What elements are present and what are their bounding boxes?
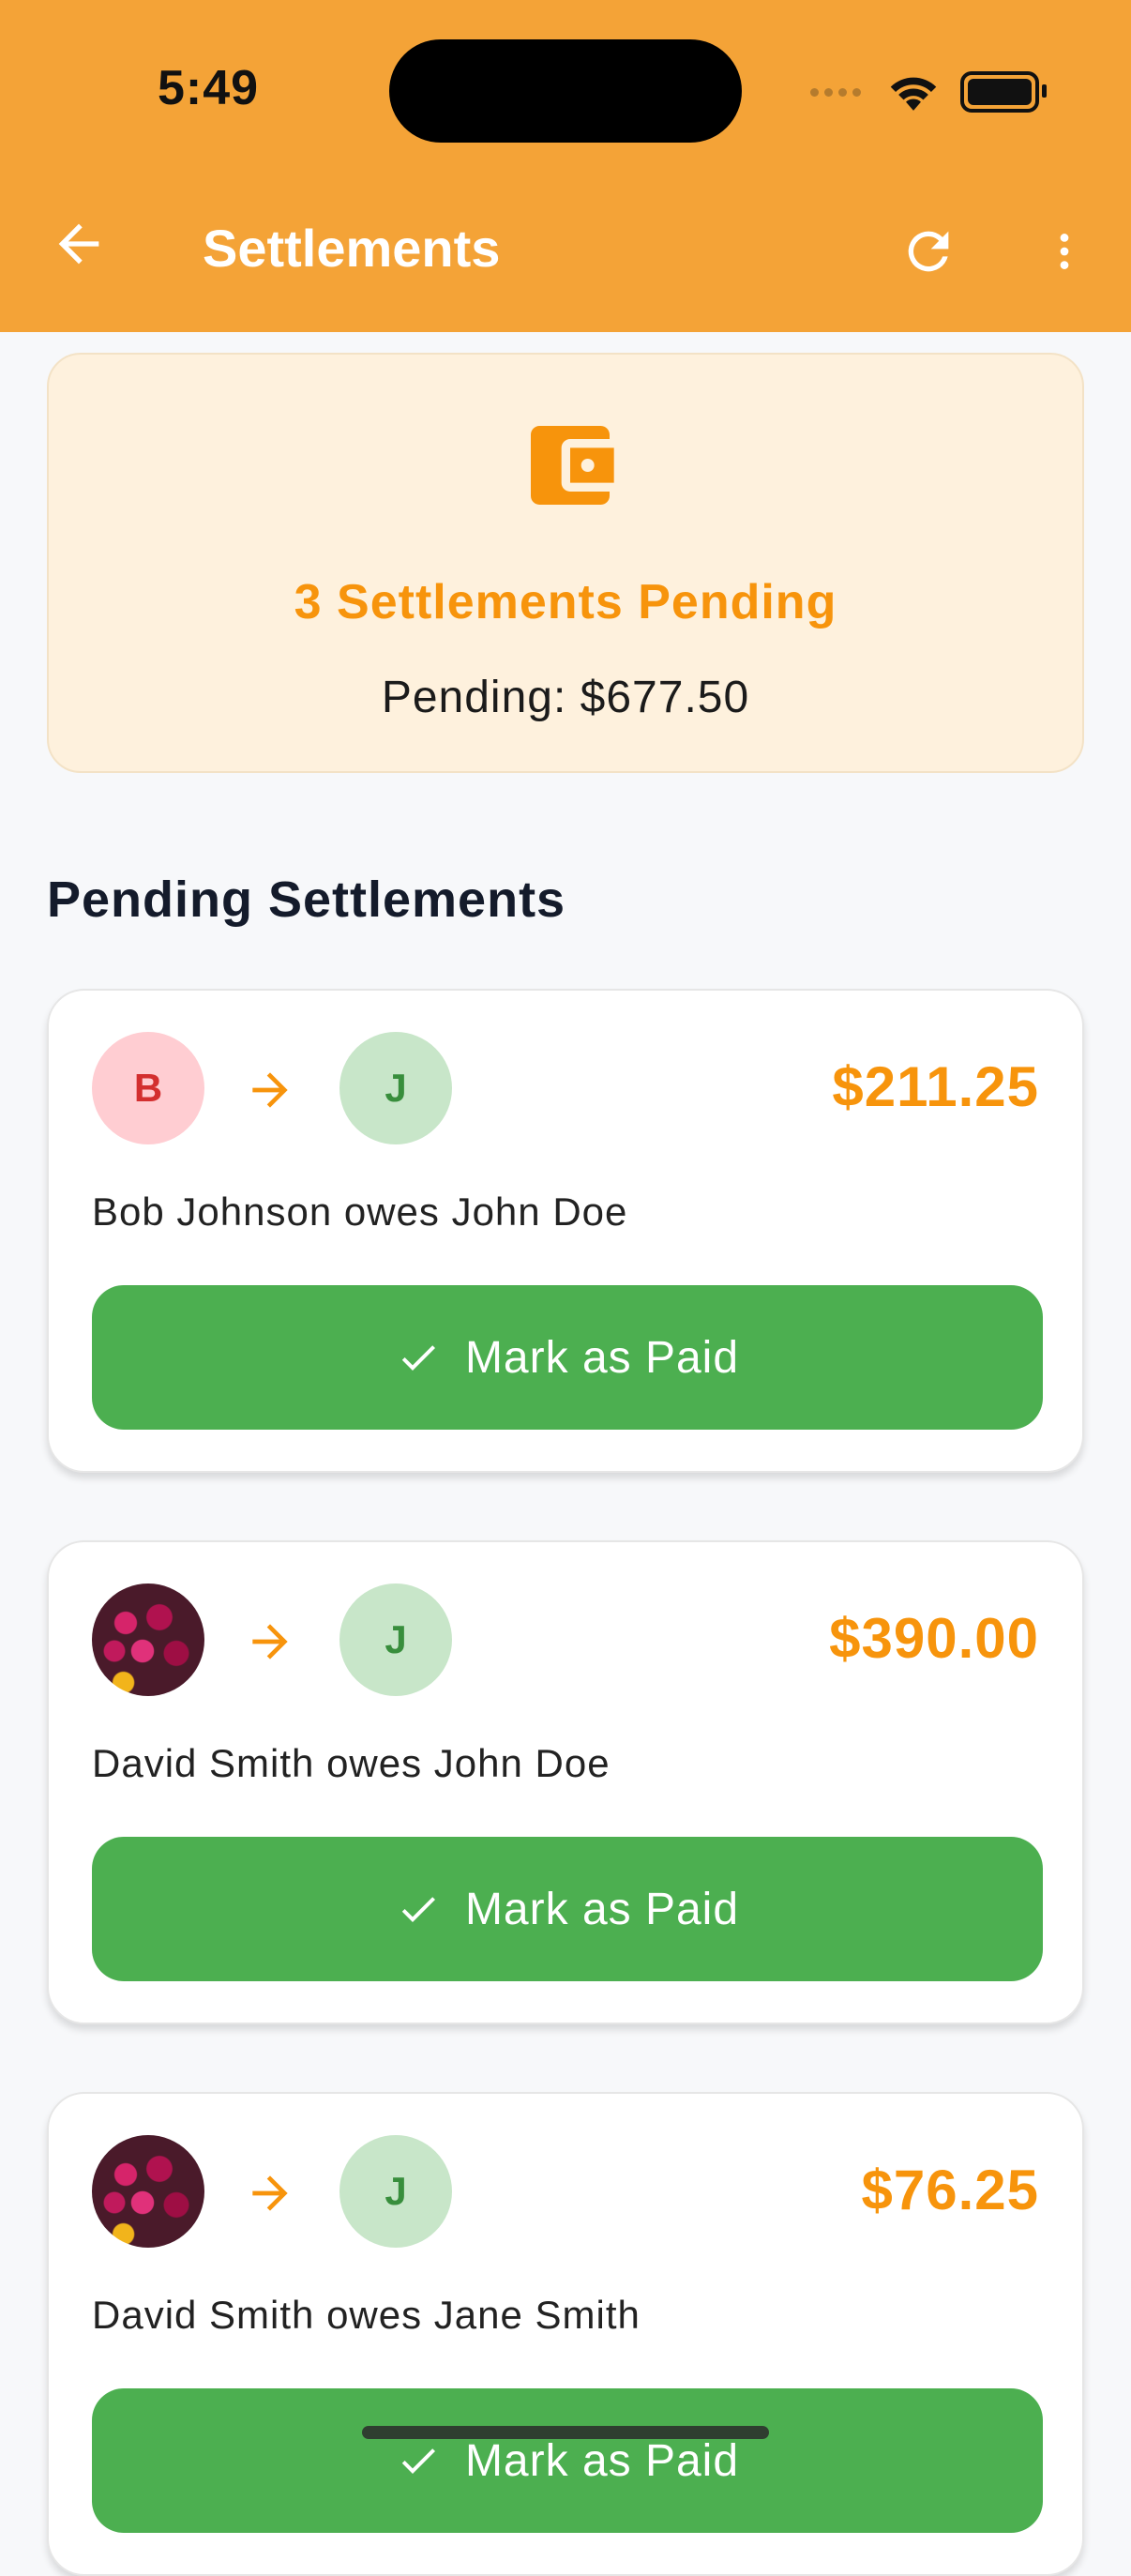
wifi-icon (890, 77, 937, 111)
settlement-description: David Smith owes John Doe (92, 1741, 611, 1785)
from-avatar-photo (92, 2135, 204, 2248)
arrow-forward-icon (252, 2175, 288, 2211)
app-bar: 5:49 Settlements (0, 0, 1131, 332)
refresh-icon[interactable] (898, 221, 958, 281)
settlement-card: J $390.00 David Smith owes John Doe Mark… (47, 1540, 1084, 2024)
status-time: 5:49 (158, 61, 260, 115)
status-icons (810, 66, 1047, 118)
check-icon (401, 1345, 435, 1371)
mark-as-paid-button[interactable]: Mark as Paid (92, 1285, 1043, 1430)
dynamic-island (389, 39, 742, 143)
to-avatar: J (339, 2135, 452, 2248)
settlement-card: B J $211.25 Bob Johnson owes John Doe Ma… (47, 989, 1084, 1473)
to-avatar: J (339, 1032, 452, 1144)
home-indicator[interactable] (362, 2426, 769, 2439)
check-icon (401, 1897, 435, 1922)
settlement-amount: $390.00 (829, 1607, 1039, 1670)
settlement-amount: $76.25 (861, 2159, 1039, 2221)
mark-as-paid-label: Mark as Paid (464, 1884, 740, 1934)
page-title: Settlements (203, 219, 501, 278)
pending-count-title: 3 Settlements Pending (294, 575, 837, 629)
pending-total: Pending: $677.50 (381, 673, 750, 722)
settlement-amount: $211.25 (832, 1055, 1039, 1118)
mark-as-paid-button[interactable]: Mark as Paid (92, 1837, 1043, 1981)
from-avatar: B (92, 1032, 204, 1144)
arrow-forward-icon (252, 1624, 288, 1659)
arrow-forward-icon (252, 1072, 288, 1108)
settlement-description: Bob Johnson owes John Doe (92, 1190, 628, 1234)
from-avatar-photo (92, 1583, 204, 1696)
mark-as-paid-label: Mark as Paid (464, 2435, 740, 2486)
mark-as-paid-label: Mark as Paid (464, 1332, 740, 1383)
more-vert-icon[interactable] (1041, 221, 1088, 281)
settlement-card: J $76.25 David Smith owes Jane Smith Mar… (47, 2092, 1084, 2576)
battery-icon (960, 71, 1047, 113)
settlement-description: David Smith owes Jane Smith (92, 2293, 641, 2337)
to-avatar: J (339, 1583, 452, 1696)
section-title: Pending Settlements (47, 871, 566, 928)
summary-card: 3 Settlements Pending Pending: $677.50 (47, 353, 1084, 773)
signal-icon (810, 87, 861, 97)
back-arrow-icon[interactable] (49, 214, 109, 274)
wallet-icon (531, 426, 614, 505)
check-icon (401, 2448, 435, 2474)
mark-as-paid-button[interactable]: Mark as Paid (92, 2388, 1043, 2533)
